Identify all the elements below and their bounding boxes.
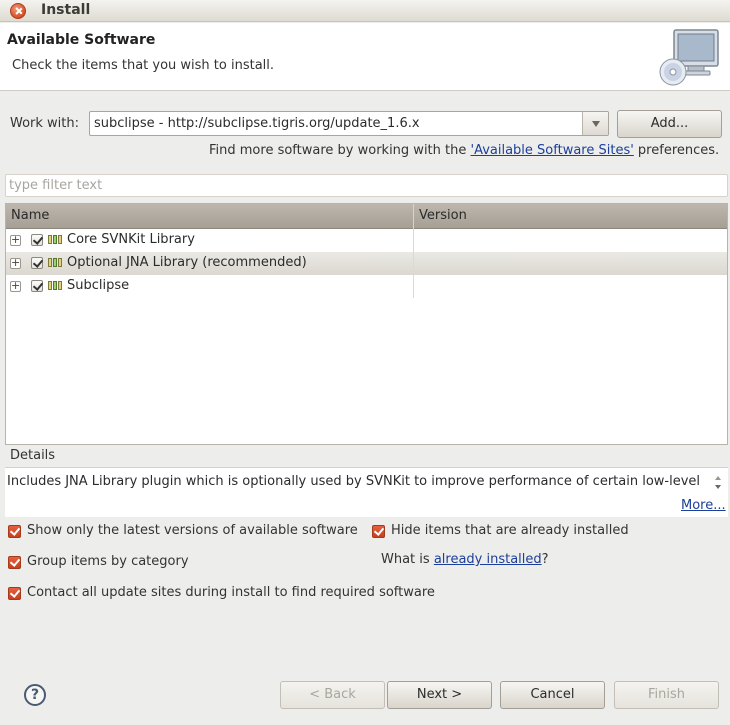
find-more-text: Find more software by working with the '… (209, 143, 719, 158)
row-name: Subclipse (67, 278, 130, 293)
hide-installed-label[interactable]: Hide items that are already installed (391, 523, 629, 538)
row-checkbox[interactable] (31, 280, 43, 292)
filter-input[interactable] (6, 175, 727, 196)
feature-icon (48, 258, 62, 267)
finish-button[interactable]: Finish (614, 681, 719, 709)
group-by-category-label[interactable]: Group items by category (27, 554, 189, 569)
what-is-installed-text: What is already installed? (381, 552, 549, 567)
next-button[interactable]: Next > (387, 681, 492, 709)
software-tree[interactable]: Name Version + Core SVNKit Library + Opt… (5, 203, 728, 445)
row-checkbox[interactable] (31, 257, 43, 269)
window-title: Install (41, 2, 91, 18)
row-divider (413, 252, 414, 275)
install-monitor-icon (659, 29, 719, 86)
row-name: Core SVNKit Library (67, 232, 195, 247)
more-link[interactable]: More... (681, 498, 726, 513)
already-installed-link[interactable]: already installed (434, 552, 542, 567)
row-name: Optional JNA Library (recommended) (67, 255, 307, 270)
cancel-button[interactable]: Cancel (500, 681, 605, 709)
wizard-header: Available Software Check the items that … (0, 23, 730, 91)
tree-row[interactable]: + Subclipse (6, 275, 727, 298)
hide-installed-checkbox[interactable] (372, 525, 385, 538)
filter-field[interactable] (5, 174, 728, 197)
work-with-combo[interactable]: subclipse - http://subclipse.tigris.org/… (89, 111, 609, 136)
page-description: Check the items that you wish to install… (12, 58, 275, 73)
work-with-value: subclipse - http://subclipse.tigris.org/… (94, 116, 420, 131)
show-latest-label[interactable]: Show only the latest versions of availab… (27, 523, 358, 538)
find-more-suffix: preferences. (633, 143, 720, 158)
row-checkbox[interactable] (31, 234, 43, 246)
close-icon[interactable] (10, 3, 26, 19)
work-with-label: Work with: (10, 116, 80, 131)
details-label: Details (10, 448, 56, 463)
available-software-sites-link[interactable]: 'Available Software Sites' (471, 143, 634, 158)
find-more-prefix: Find more software by working with the (209, 143, 471, 158)
details-text: Includes JNA Library plugin which is opt… (7, 474, 701, 489)
scroll-down-icon[interactable] (715, 485, 721, 489)
expand-icon[interactable]: + (10, 234, 21, 246)
details-panel: Includes JNA Library plugin which is opt… (5, 467, 728, 517)
show-latest-checkbox[interactable] (8, 525, 21, 538)
feature-icon (48, 235, 62, 244)
column-version[interactable]: Version (419, 208, 467, 223)
scroll-up-icon[interactable] (715, 476, 721, 480)
column-divider[interactable] (413, 204, 414, 229)
back-button[interactable]: < Back (280, 681, 385, 709)
contact-sites-label[interactable]: Contact all update sites during install … (27, 585, 435, 600)
help-icon[interactable]: ? (24, 684, 46, 706)
chevron-down-icon[interactable] (582, 112, 608, 135)
group-by-category-checkbox[interactable] (8, 556, 21, 569)
page-title: Available Software (7, 32, 156, 48)
add-site-button[interactable]: Add... (617, 110, 722, 138)
contact-sites-checkbox[interactable] (8, 587, 21, 600)
what-is-prefix: What is (381, 552, 434, 567)
expand-icon[interactable]: + (10, 280, 21, 292)
tree-row[interactable]: + Core SVNKit Library (6, 229, 727, 252)
row-divider (413, 275, 414, 298)
row-divider (413, 229, 414, 252)
title-bar: Install (0, 0, 730, 22)
expand-icon[interactable]: + (10, 257, 21, 269)
feature-icon (48, 281, 62, 290)
tree-header: Name Version (6, 204, 727, 229)
column-name[interactable]: Name (11, 208, 49, 223)
tree-row[interactable]: + Optional JNA Library (recommended) (6, 252, 727, 275)
what-is-suffix: ? (541, 552, 549, 567)
